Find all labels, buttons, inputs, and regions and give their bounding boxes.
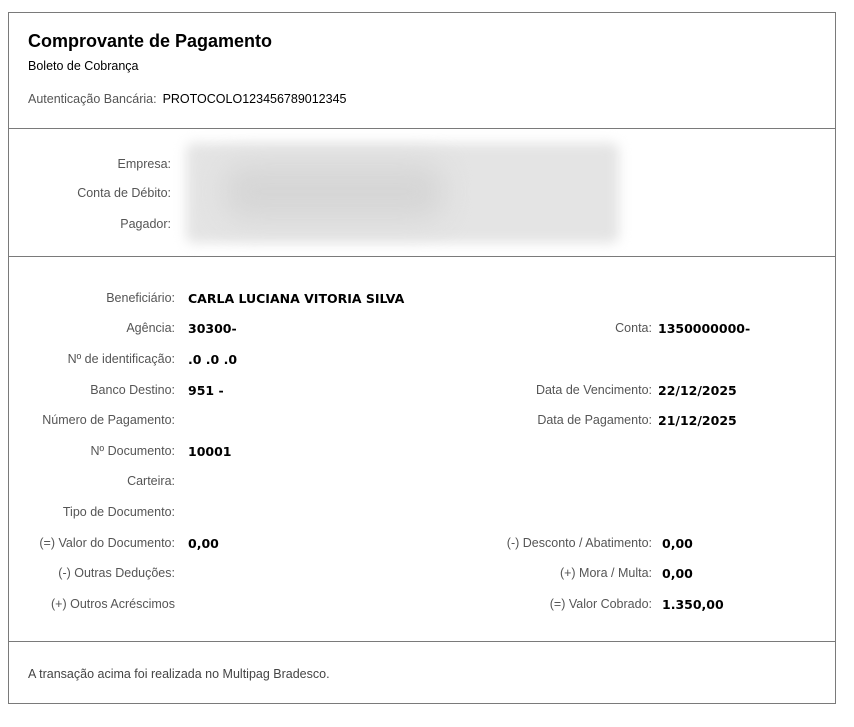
empresa-label: Empresa: <box>117 157 172 171</box>
carteira-label: Carteira: <box>127 474 175 488</box>
mora-multa-value: 0,00 <box>662 566 693 581</box>
conta-label: Conta: <box>615 321 652 335</box>
valor-documento-value: 0,00 <box>188 536 219 551</box>
desconto-value: 0,00 <box>662 536 693 551</box>
valor-cobrado-label: (=) Valor Cobrado: <box>549 597 652 611</box>
outros-acrescimos-label: (+) Outros Acréscimos <box>51 597 175 611</box>
conta-value: 1350000000- <box>658 321 751 336</box>
valor-cobrado-value: 1.350,00 <box>662 597 724 612</box>
bank-authentication: Autenticação Bancária: PROTOCOLO123456789… <box>28 92 347 106</box>
receipt-footer: A transação acima foi realizada no Multi… <box>9 641 835 703</box>
page-title: Comprovante de Pagamento <box>28 31 273 51</box>
mora-multa-label: (+) Mora / Multa: <box>559 566 652 580</box>
conta-debito-label: Conta de Débito: <box>77 186 171 200</box>
payment-receipt: Comprovante de Pagamento Boleto de Cobra… <box>8 12 836 704</box>
data-pagamento-label: Data de Pagamento: <box>537 413 652 427</box>
documento-label: Nº Documento: <box>90 444 175 458</box>
auth-value: PROTOCOLO123456789012345 <box>162 92 347 106</box>
redacted-block-shade <box>224 164 444 219</box>
auth-label: Autenticação Bancária: <box>28 92 157 106</box>
tipo-documento-label: Tipo de Documento: <box>62 505 175 519</box>
vencimento-value: 22/12/2025 <box>658 383 737 398</box>
beneficiario-label: Beneficiário: <box>106 291 175 305</box>
footer-note: A transação acima foi realizada no Multi… <box>28 667 330 681</box>
parties-section: Empresa: Conta de Débito: Pagador: <box>9 128 835 257</box>
banco-destino-value: 951 - <box>188 383 224 398</box>
identificacao-value: .0 .0 .0 <box>188 352 238 367</box>
vencimento-label: Data de Vencimento: <box>535 383 652 397</box>
desconto-label: (-) Desconto / Abatimento: <box>506 536 652 550</box>
banco-destino-label: Banco Destino: <box>90 383 175 397</box>
documento-value: 10001 <box>188 444 232 459</box>
outras-deducoes-label: (-) Outras Deduções: <box>58 566 175 580</box>
data-pagamento-value: 21/12/2025 <box>658 413 737 428</box>
pagador-label: Pagador: <box>120 217 171 231</box>
payment-details: Beneficiário: CARLA LUCIANA VITORIA SILV… <box>9 256 835 642</box>
agencia-value: 30300- <box>188 321 237 336</box>
numero-pagamento-label: Número de Pagamento: <box>42 413 175 427</box>
agencia-label: Agência: <box>126 321 175 335</box>
identificacao-label: Nº de identificação: <box>67 352 175 366</box>
receipt-header: Comprovante de Pagamento Boleto de Cobra… <box>9 13 835 128</box>
beneficiario-value: CARLA LUCIANA VITORIA SILVA <box>188 291 405 306</box>
receipt-subtitle: Boleto de Cobrança <box>28 59 139 73</box>
valor-documento-label: (=) Valor do Documento: <box>39 536 175 550</box>
